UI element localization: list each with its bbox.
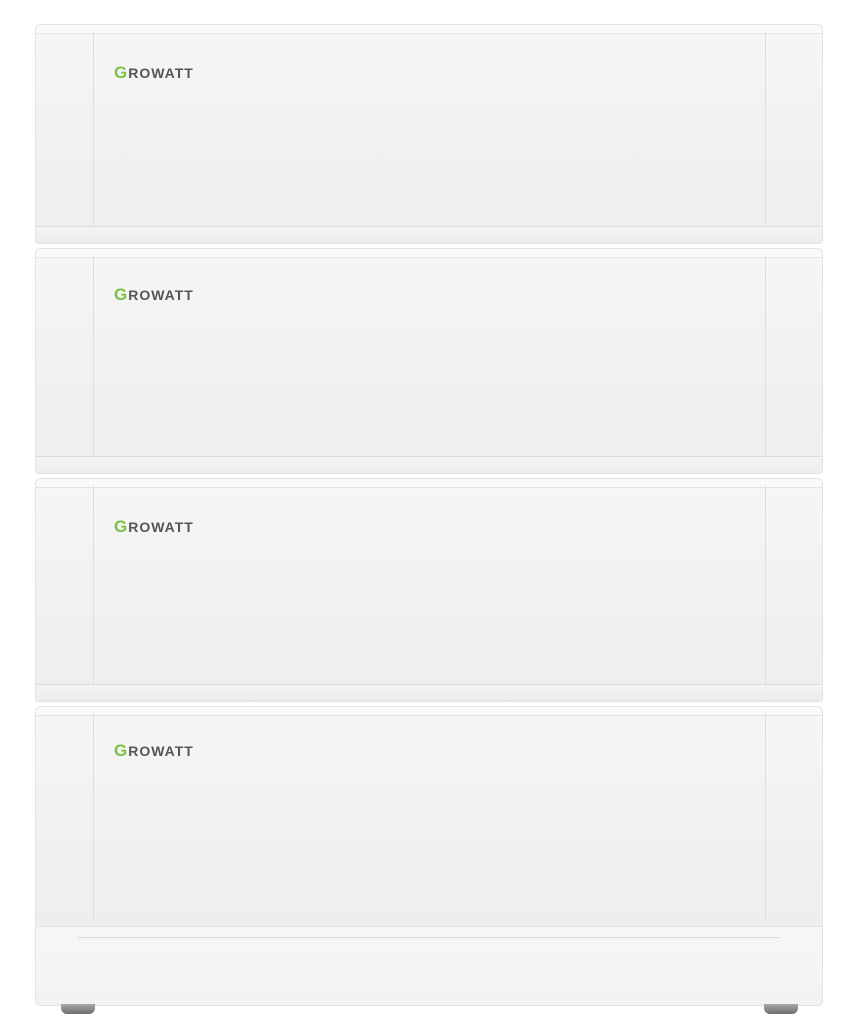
module-right-seam [765, 255, 766, 467]
module-top-edge [36, 707, 822, 716]
module-bottom-lip [36, 226, 822, 243]
module-top-edge [36, 249, 822, 258]
right-foot [764, 1004, 798, 1014]
module-top-edge [36, 25, 822, 34]
logo-g-mark: G [114, 741, 129, 760]
module-right-seam [765, 31, 766, 237]
battery-module-3: GROWATT [35, 478, 823, 702]
module-bottom-lip [36, 684, 822, 701]
module-top-edge [36, 479, 822, 488]
battery-module-2: GROWATT [35, 248, 823, 474]
logo-wordmark: ROWATT [128, 743, 194, 759]
growatt-logo: GROWATT [114, 285, 194, 305]
growatt-logo: GROWATT [114, 741, 194, 761]
battery-stack: GROWATT GROWATT GROWATT GROWATT [35, 24, 823, 1008]
module-left-seam [93, 255, 94, 467]
module-right-seam [765, 485, 766, 695]
logo-wordmark: ROWATT [128, 65, 194, 81]
module-left-seam [93, 485, 94, 695]
left-foot [61, 1004, 95, 1014]
battery-module-1: GROWATT [35, 24, 823, 244]
logo-g-mark: G [114, 285, 129, 304]
logo-wordmark: ROWATT [128, 519, 194, 535]
logo-g-mark: G [114, 63, 129, 82]
module-left-seam [93, 713, 94, 921]
stack-base [35, 926, 823, 1006]
base-trim-line [78, 937, 780, 938]
logo-wordmark: ROWATT [128, 287, 194, 303]
growatt-logo: GROWATT [114, 517, 194, 537]
growatt-logo: GROWATT [114, 63, 194, 83]
module-left-seam [93, 31, 94, 237]
module-bottom-lip [36, 456, 822, 473]
module-right-seam [765, 713, 766, 921]
battery-module-4: GROWATT [35, 706, 823, 928]
logo-g-mark: G [114, 517, 129, 536]
